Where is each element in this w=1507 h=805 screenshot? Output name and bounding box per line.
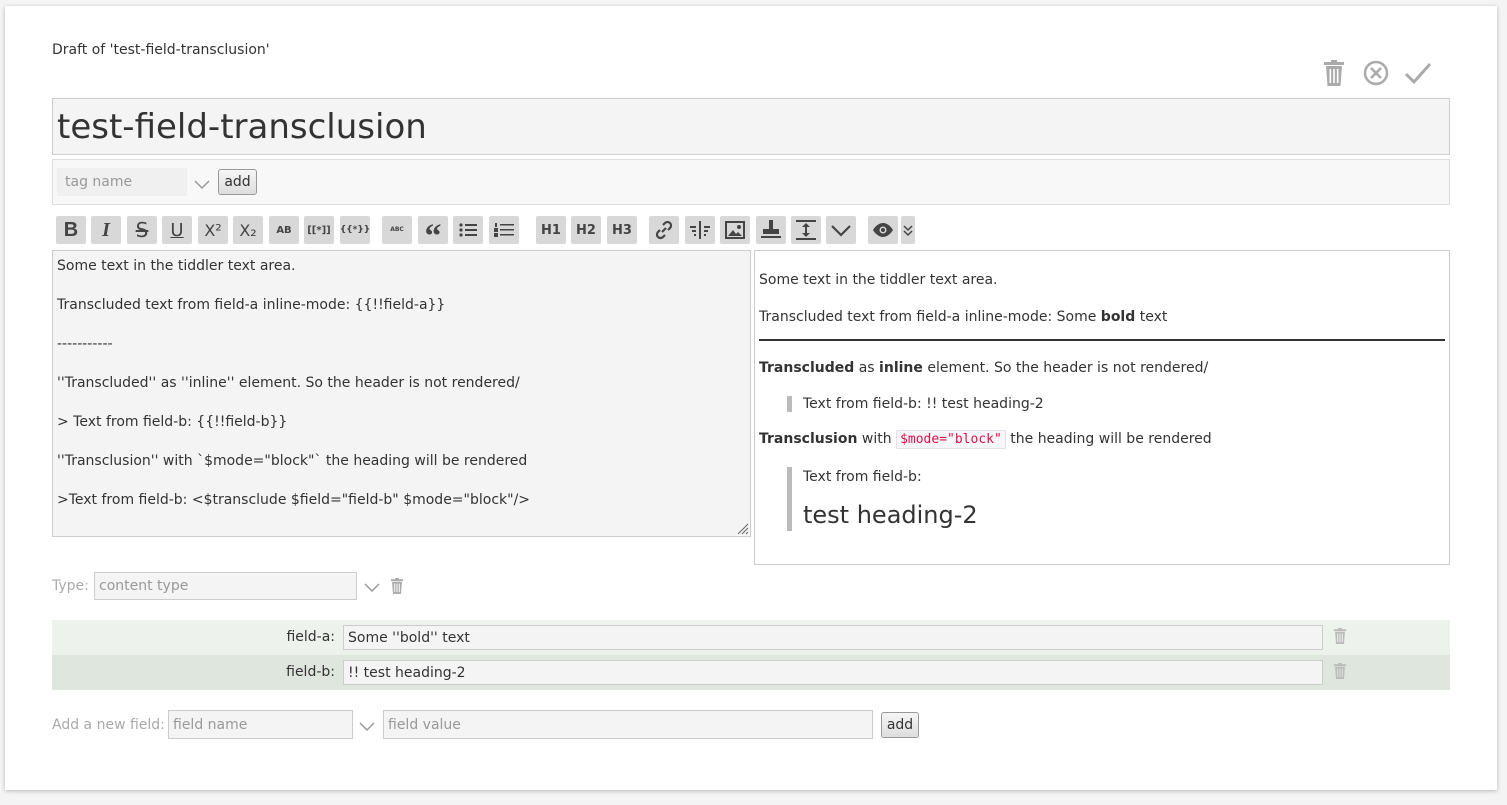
heading-1-button[interactable]: H1 xyxy=(536,216,566,244)
excise-icon xyxy=(690,221,710,239)
preview-blockquote: Text from field-b: !! test heading-2 xyxy=(787,396,1445,412)
heading-3-button[interactable]: H3 xyxy=(607,216,637,244)
link-icon xyxy=(655,220,673,240)
preview-icon xyxy=(873,223,893,237)
more-button[interactable] xyxy=(826,216,856,244)
preview-quote-text: Text from field-b: xyxy=(803,469,922,485)
strikethrough-button[interactable]: S xyxy=(127,216,157,244)
preview-heading: test heading-2 xyxy=(803,501,978,529)
delete-icon[interactable] xyxy=(1319,58,1349,88)
linkify-button[interactable]: [[*]] xyxy=(304,216,334,244)
preview-paragraph: Transclusion with $mode="block" the head… xyxy=(759,430,1212,449)
cancel-icon[interactable] xyxy=(1361,58,1391,88)
chevron-down-icon[interactable] xyxy=(358,717,376,735)
editor-line: > Text from field-b: {{!!field-b}} xyxy=(57,414,288,430)
delete-field-icon[interactable] xyxy=(1333,628,1347,648)
editor-line: ''Transcluded'' as ''inline'' element. S… xyxy=(57,375,520,391)
type-label: Type: xyxy=(52,578,89,594)
editor-line: Transcluded text from field-a inline-mod… xyxy=(57,297,446,313)
editor-line: >Text from field-b: <$transclude $field=… xyxy=(57,492,531,508)
preview-type-icon xyxy=(903,225,913,237)
preview-button[interactable] xyxy=(868,216,898,244)
preview-paragraph: Some text in the tiddler text area. xyxy=(759,272,998,288)
add-tag-button[interactable]: add xyxy=(218,169,257,195)
list-bullet-button[interactable] xyxy=(453,216,483,244)
transcludify-button[interactable]: {{*}} xyxy=(340,216,370,244)
chevron-down-icon[interactable] xyxy=(363,578,381,596)
list-number-icon xyxy=(494,223,514,237)
tag-name-input[interactable]: tag name xyxy=(57,168,187,196)
field-name-label: field-b: xyxy=(286,664,335,680)
list-number-button[interactable] xyxy=(489,216,519,244)
add-field-label: Add a new field: xyxy=(52,717,165,733)
tag-editor: tag name add xyxy=(52,159,1450,205)
delete-field-icon[interactable] xyxy=(1333,663,1347,683)
table-row: field-b: !! test heading-2 xyxy=(52,655,1450,690)
editor-line: ''Transclusion'' with `$mode="block"` th… xyxy=(57,453,528,469)
size-button[interactable] xyxy=(791,216,821,244)
editor-line: ----------- xyxy=(57,336,113,352)
excise-button[interactable] xyxy=(685,216,715,244)
content-type-input[interactable]: content type xyxy=(94,572,357,600)
field-name-label: field-a: xyxy=(286,629,335,645)
preview-rule xyxy=(759,339,1445,341)
mono-block-button[interactable]: ABC xyxy=(382,216,412,244)
table-row: field-a: Some ''bold'' text xyxy=(52,620,1450,655)
resize-grip-icon[interactable] xyxy=(735,521,749,535)
picture-button[interactable] xyxy=(720,216,750,244)
editor-line: Some text in the tiddler text area. xyxy=(57,258,296,274)
preview-paragraph: Transcluded as inline element. So the he… xyxy=(759,360,1209,376)
preview-blockquote: Text from field-b: test heading-2 xyxy=(787,467,1445,531)
field-name-input[interactable]: field name xyxy=(168,710,353,739)
field-value-input[interactable]: field value xyxy=(383,710,873,739)
stamp-button[interactable] xyxy=(756,216,786,244)
preview-paragraph: Transcluded text from field-a inline-mod… xyxy=(759,309,1168,325)
underline-button[interactable]: U xyxy=(162,216,192,244)
preview-type-button[interactable] xyxy=(901,216,915,244)
list-bullet-icon xyxy=(459,223,477,237)
fields-table: field-a: Some ''bold'' text field-b: !! … xyxy=(52,620,1450,690)
text-editor[interactable]: Some text in the tiddler text area. Tran… xyxy=(52,250,751,537)
done-icon[interactable] xyxy=(1403,58,1433,88)
picture-icon xyxy=(725,221,745,239)
delete-type-icon[interactable] xyxy=(390,578,404,594)
italic-button[interactable]: I xyxy=(91,216,121,244)
heading-2-button[interactable]: H2 xyxy=(571,216,601,244)
title-input[interactable]: test-field-transclusion xyxy=(52,98,1450,155)
add-field-row: Add a new field: field name field value … xyxy=(52,710,952,740)
superscript-button[interactable]: X² xyxy=(198,216,228,244)
field-value-input[interactable]: !! test heading-2 xyxy=(343,660,1323,685)
subscript-button[interactable]: X₂ xyxy=(233,216,263,244)
draft-subtitle: Draft of 'test-field-transclusion' xyxy=(52,42,270,58)
link-button[interactable] xyxy=(649,216,679,244)
tiddler-frame: Draft of 'test-field-transclusion' test-… xyxy=(5,6,1497,790)
tiddler-controls xyxy=(1319,58,1433,88)
size-icon xyxy=(796,220,816,240)
type-row: Type: content type xyxy=(52,572,452,602)
stamp-icon xyxy=(761,220,781,238)
quote-button[interactable]: “ xyxy=(418,216,448,254)
preview-pane: Some text in the tiddler text area. Tran… xyxy=(754,250,1450,565)
chevron-down-icon[interactable] xyxy=(193,175,211,193)
more-icon xyxy=(831,225,851,237)
add-field-button[interactable]: add xyxy=(881,712,919,738)
smallcaps-button[interactable]: AB xyxy=(269,216,299,244)
bold-button[interactable]: B xyxy=(56,216,86,244)
field-value-input[interactable]: Some ''bold'' text xyxy=(343,625,1323,650)
